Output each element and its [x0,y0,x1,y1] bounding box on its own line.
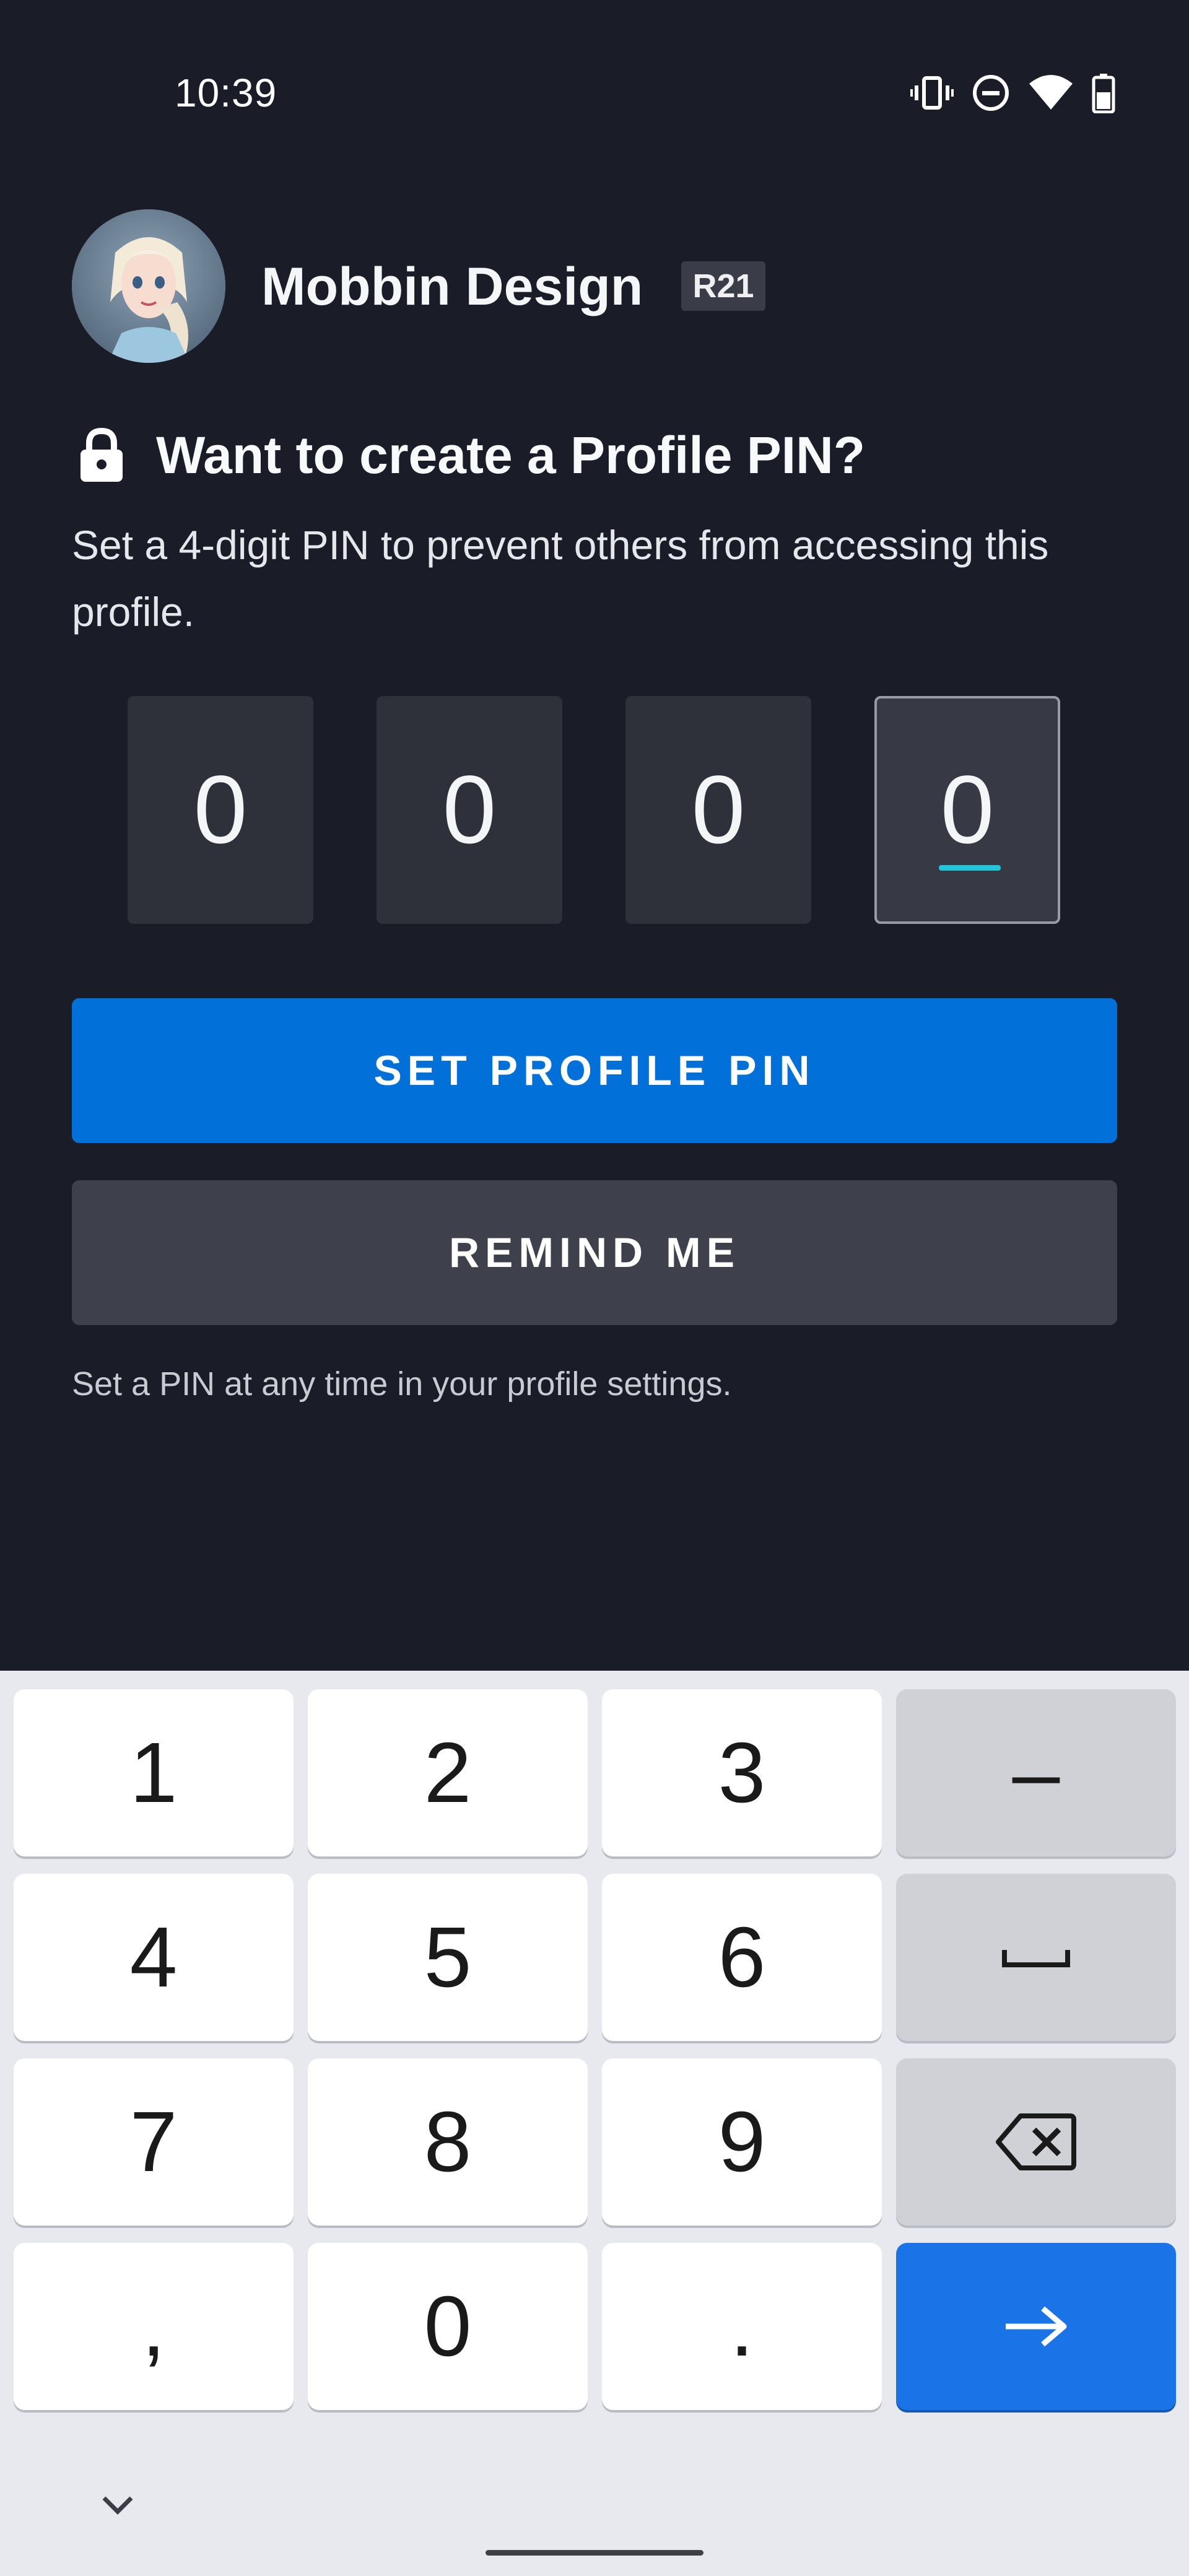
text-cursor [939,865,1001,871]
key-space[interactable] [896,1874,1176,2041]
wifi-icon [1029,75,1073,110]
numeric-keyboard: 1 2 3 – 4 5 6 7 8 9 , 0 . [0,1671,1189,2576]
rating-badge: R21 [681,261,765,311]
pin-digit-value: 0 [193,755,248,864]
pin-digit-3[interactable]: 0 [625,696,811,924]
key-9[interactable]: 9 [602,2058,882,2226]
avatar-image [72,209,225,363]
pin-prompt-subtitle: Set a 4-digit PIN to prevent others from… [72,522,1049,635]
pin-digit-value: 0 [442,755,497,864]
pin-prompt-heading: Want to create a Profile PIN? [156,426,866,484]
key-3[interactable]: 3 [602,1689,882,1856]
remind-me-button[interactable]: REMIND ME [72,1180,1117,1325]
chevron-down-icon[interactable] [99,2489,136,2520]
key-8[interactable]: 8 [308,2058,588,2226]
set-profile-pin-button[interactable]: SET PROFILE PIN [72,998,1117,1143]
key-enter[interactable] [896,2243,1176,2410]
key-dash[interactable]: – [896,1689,1176,1856]
arrow-right-icon [1006,2306,1067,2347]
pin-digit-1[interactable]: 0 [128,696,313,924]
key-2[interactable]: 2 [308,1689,588,1856]
status-icons [910,69,1133,116]
key-comma[interactable]: , [14,2243,294,2410]
status-time: 10:39 [175,71,277,115]
key-period[interactable]: . [602,2243,882,2410]
lock-icon [81,427,123,482]
do-not-disturb-icon [973,75,1009,111]
home-indicator[interactable] [486,2550,703,2556]
key-backspace[interactable] [896,2058,1176,2226]
pin-digit-2[interactable]: 0 [377,696,562,924]
key-4[interactable]: 4 [14,1874,294,2041]
pin-digit-4[interactable]: 0 [874,696,1060,924]
pin-hint-text: Set a PIN at any time in your profile se… [72,1365,732,1403]
key-1[interactable]: 1 [14,1689,294,1856]
pin-digit-value: 0 [940,755,995,864]
key-7[interactable]: 7 [14,2058,294,2226]
profile-avatar [72,209,225,363]
space-icon [1002,1950,1070,1967]
profile-name: Mobbin Design [261,257,643,316]
pin-digit-value: 0 [691,755,746,864]
vibrate-icon [910,76,954,110]
key-5[interactable]: 5 [308,1874,588,2041]
key-0[interactable]: 0 [308,2243,588,2410]
key-6[interactable]: 6 [602,1874,882,2041]
backspace-icon [996,2113,1076,2170]
battery-icon [1092,74,1115,113]
